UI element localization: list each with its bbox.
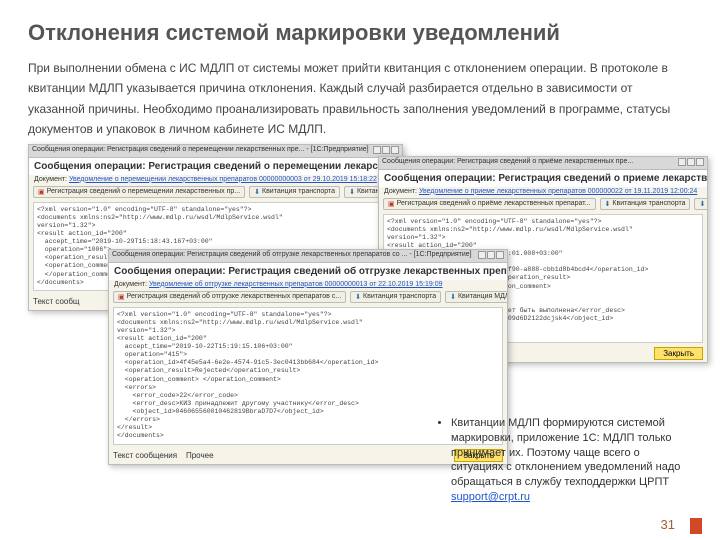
window-2-docline: Документ: Уведомление о приеме лекарстве… — [379, 187, 707, 196]
page-number: 31 — [661, 517, 675, 532]
down-icon: ⬇ — [699, 200, 705, 208]
footer-text: Текст сообщ — [33, 297, 80, 306]
tab-main[interactable]: ▣Регистрация сведений об отгрузке лекарс… — [113, 291, 346, 303]
window-1-band: Сообщения операции: Регистрация сведений… — [29, 158, 402, 175]
footer-mid: Прочее — [186, 451, 214, 460]
window-1-titlebar: Сообщения операции: Регистрация сведений… — [29, 145, 402, 158]
doc-link[interactable]: Уведомление об отгрузке лекарственных пр… — [149, 281, 443, 288]
accent-bar — [690, 518, 702, 534]
window-3-band: Сообщения операции: Регистрация сведений… — [109, 263, 507, 280]
doc-icon: ▣ — [118, 293, 125, 301]
intro-paragraph: При выполнении обмена с ИС МДЛП от систе… — [28, 58, 692, 140]
doc-icon: ▣ — [38, 188, 45, 196]
window-3-outer-title: Сообщения операции: Регистрация сведений… — [112, 251, 472, 261]
doc-label: Документ: — [384, 188, 417, 195]
window-1-tabs: ▣Регистрация сведений о перемещении лека… — [29, 184, 402, 200]
window-2-band: Сообщения операции: Регистрация сведений… — [379, 170, 707, 187]
doc-link[interactable]: Уведомление о приеме лекарственных препа… — [419, 188, 697, 195]
window-2-outer-title: Сообщения операции: Регистрация сведений… — [382, 158, 633, 168]
doc-icon: ▣ — [388, 200, 395, 208]
doc-link[interactable]: Уведомление о перемещении лекарственных … — [69, 176, 377, 183]
tab-transport[interactable]: ⬇Квитанция транспорта — [350, 291, 441, 303]
window-3-titlebar: Сообщения операции: Регистрация сведений… — [109, 250, 507, 263]
window-1-docline: Документ: Уведомление о перемещении лека… — [29, 175, 402, 184]
down-icon: ⬇ — [450, 293, 456, 301]
window-3-docline: Документ: Уведомление об отгрузке лекарс… — [109, 280, 507, 289]
note-text: Квитанции МДЛП формируются системой марк… — [451, 417, 680, 488]
tab-transport[interactable]: ⬇Квитанция транспорта — [600, 198, 691, 210]
window-2-tabs: ▣Регистрация сведений о приёме лекарстве… — [379, 196, 707, 212]
note-block: Квитанции МДЛП формируются системой марк… — [437, 416, 692, 505]
window-controls[interactable] — [677, 158, 704, 168]
down-icon: ⬇ — [254, 188, 260, 196]
page-title: Отклонения системой маркировки уведомлен… — [28, 20, 692, 46]
footer-text: Текст сообщения — [113, 451, 177, 460]
doc-label: Документ: — [34, 176, 67, 183]
down-icon: ⬇ — [349, 188, 355, 196]
window-3-tabs: ▣Регистрация сведений об отгрузке лекарс… — [109, 289, 507, 305]
tab-transport[interactable]: ⬇Квитанция транспорта — [249, 186, 340, 198]
close-button[interactable]: Закрыть — [654, 347, 703, 360]
window-2-titlebar: Сообщения операции: Регистрация сведений… — [379, 157, 707, 170]
down-icon: ⬇ — [605, 200, 611, 208]
window-controls[interactable] — [372, 146, 399, 156]
support-link[interactable]: support@crpt.ru — [451, 491, 530, 503]
tab-main[interactable]: ▣Регистрация сведений о перемещении лека… — [33, 186, 245, 198]
window-controls[interactable] — [477, 251, 504, 261]
screenshots-area: Сообщения операции: Регистрация сведений… — [28, 144, 708, 454]
tab-main[interactable]: ▣Регистрация сведений о приёме лекарстве… — [383, 198, 596, 210]
tab-mdlp[interactable]: ⬇Квитанция МДЛП — [694, 198, 707, 210]
tab-mdlp[interactable]: ⬇Квитанция МДЛП — [445, 291, 507, 303]
down-icon: ⬇ — [355, 293, 361, 301]
window-1-outer-title: Сообщения операции: Регистрация сведений… — [32, 146, 369, 156]
doc-label: Документ: — [114, 281, 147, 288]
